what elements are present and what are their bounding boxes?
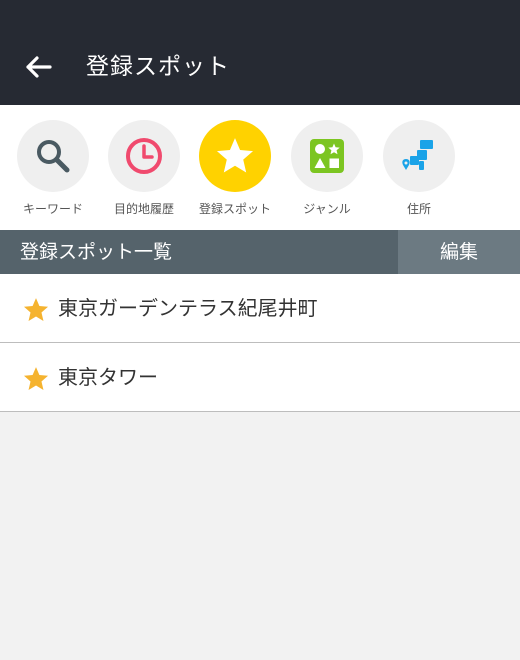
- clock-icon: [126, 138, 162, 174]
- page-title: 登録スポット: [86, 54, 230, 80]
- spot-name: 東京ガーデンテラス紀尾井町: [58, 296, 318, 320]
- category-bar: キーワード 目的地履歴 登録スポット ジャンル 住所: [0, 105, 520, 230]
- back-button[interactable]: [22, 52, 54, 82]
- section-header: 登録スポット一覧 編集: [0, 230, 520, 274]
- app-bar: 登録スポット: [0, 0, 520, 105]
- arrow-left-icon: [26, 56, 52, 78]
- category-history-label: 目的地履歴: [113, 202, 174, 216]
- spot-name: 東京タワー: [58, 365, 158, 389]
- list-item[interactable]: 東京タワー: [0, 343, 520, 412]
- spot-list: 東京ガーデンテラス紀尾井町 東京タワー: [0, 274, 520, 412]
- category-keyword-circle: [17, 120, 89, 192]
- category-history[interactable]: 目的地履歴: [98, 120, 190, 225]
- category-keyword[interactable]: キーワード: [7, 120, 99, 225]
- genre-shapes-icon: [310, 139, 344, 173]
- category-genre-circle: [291, 120, 363, 192]
- category-registered-circle: [199, 120, 271, 192]
- category-registered-label: 登録スポット: [198, 202, 271, 216]
- search-icon: [37, 140, 70, 173]
- star-icon: [216, 138, 254, 173]
- category-address-circle: [383, 120, 455, 192]
- list-item[interactable]: 東京ガーデンテラス紀尾井町: [0, 274, 520, 343]
- category-genre-label: ジャンル: [303, 202, 351, 216]
- edit-button[interactable]: 編集: [398, 230, 520, 274]
- category-keyword-label: キーワード: [22, 202, 83, 216]
- category-genre[interactable]: ジャンル: [281, 120, 373, 225]
- star-icon: [23, 367, 49, 390]
- category-history-circle: [108, 120, 180, 192]
- star-icon: [23, 298, 49, 321]
- category-address[interactable]: 住所: [373, 120, 465, 225]
- section-title: 登録スポット一覧: [20, 241, 173, 263]
- category-registered[interactable]: 登録スポット: [189, 120, 281, 225]
- category-address-label: 住所: [406, 202, 431, 216]
- address-pin-icon: [402, 140, 433, 170]
